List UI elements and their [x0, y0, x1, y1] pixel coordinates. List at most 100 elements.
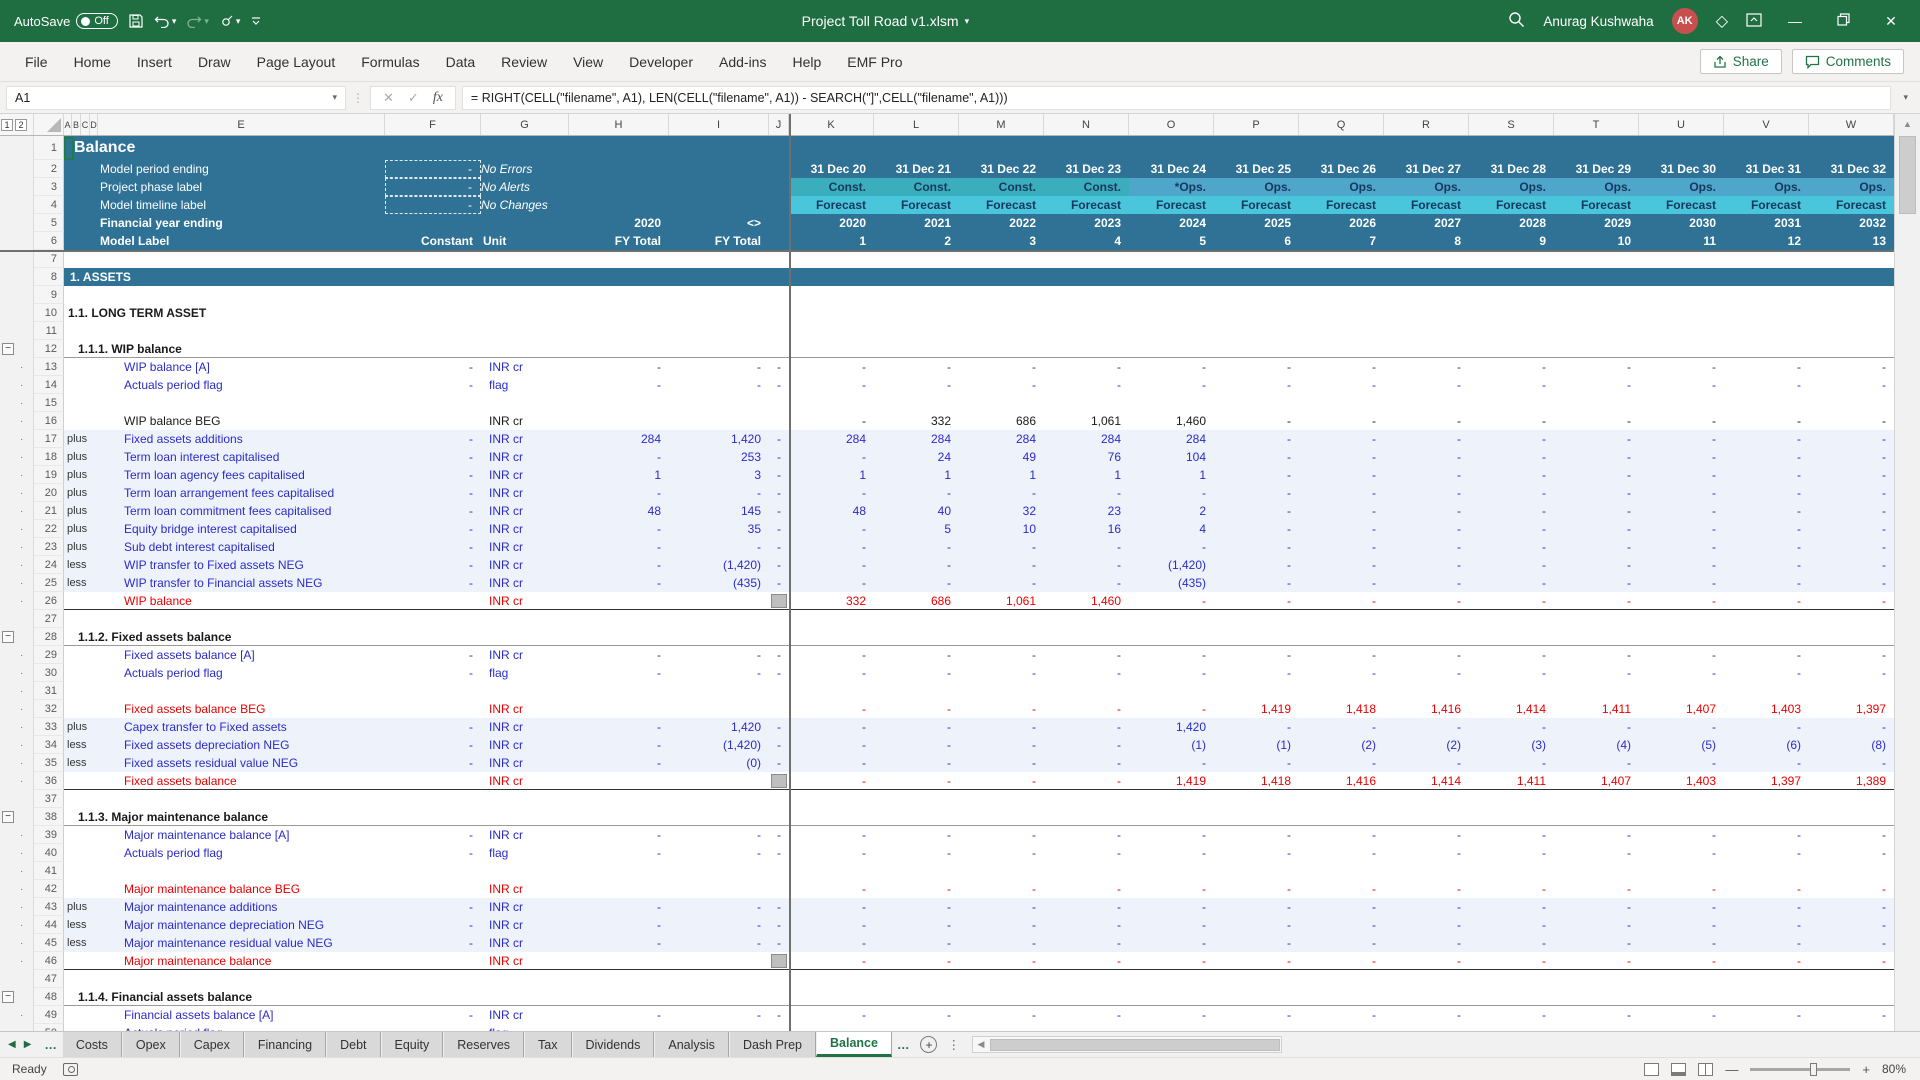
cell-G46[interactable]: INR cr: [481, 952, 569, 970]
cell-Q6[interactable]: 7: [1299, 232, 1384, 250]
column-header-Q[interactable]: Q: [1299, 114, 1384, 135]
cell-I2[interactable]: [669, 160, 769, 178]
cell-Q45[interactable]: -: [1299, 934, 1384, 952]
cell-K49[interactable]: -: [789, 1006, 874, 1024]
cell-S46[interactable]: -: [1469, 952, 1554, 970]
cell-J50[interactable]: -: [769, 1024, 789, 1031]
cell-op-40[interactable]: [64, 844, 98, 862]
macro-record-icon[interactable]: [62, 1062, 78, 1076]
cell-J35[interactable]: -: [769, 754, 789, 772]
cell-U29[interactable]: -: [1639, 646, 1724, 664]
cell-R39[interactable]: -: [1384, 826, 1469, 844]
cell-T14[interactable]: -: [1554, 376, 1639, 394]
cell-N45[interactable]: -: [1044, 934, 1129, 952]
row-header-5[interactable]: 5: [34, 214, 64, 232]
cell-G50[interactable]: flag: [481, 1024, 569, 1031]
subsection-label-12[interactable]: 1.1.1. WIP balance: [64, 340, 1894, 358]
cell-V33[interactable]: -: [1724, 718, 1809, 736]
cell-T5[interactable]: 2029: [1554, 214, 1639, 232]
cell-T33[interactable]: -: [1554, 718, 1639, 736]
cell-W46[interactable]: -: [1809, 952, 1894, 970]
cell-N21[interactable]: 23: [1044, 502, 1129, 520]
sheet-nav-right-icon[interactable]: ▶: [24, 1039, 32, 1050]
cell-M3[interactable]: Const.: [959, 178, 1044, 196]
cell-G13[interactable]: INR cr: [481, 358, 569, 376]
cell-J44[interactable]: -: [769, 916, 789, 934]
cell-G33[interactable]: INR cr: [481, 718, 569, 736]
row-header-32[interactable]: 32: [34, 700, 64, 718]
section-banner-8[interactable]: 1. ASSETS: [64, 268, 1894, 286]
cell-V6[interactable]: 12: [1724, 232, 1809, 250]
cell-E19[interactable]: Term loan agency fees capitalised: [98, 466, 385, 484]
cell-G4[interactable]: No Changes: [481, 196, 569, 214]
cell-H24[interactable]: -: [569, 556, 669, 574]
cell-P5[interactable]: 2025: [1214, 214, 1299, 232]
redo-dropdown-icon[interactable]: ▾: [204, 16, 209, 26]
cell-G16[interactable]: INR cr: [481, 412, 569, 430]
confirm-entry-icon[interactable]: ✓: [408, 90, 419, 106]
cell-W4[interactable]: Forecast: [1809, 196, 1894, 214]
cell-P20[interactable]: -: [1214, 484, 1299, 502]
cell-row-27[interactable]: [64, 610, 1894, 628]
row-header-21[interactable]: 21: [34, 502, 64, 520]
subsection-label-38[interactable]: 1.1.3. Major maintenance balance: [64, 808, 1894, 826]
cell-L13[interactable]: -: [874, 358, 959, 376]
cell-H30[interactable]: -: [569, 664, 669, 682]
cell-V26[interactable]: -: [1724, 592, 1809, 610]
cell-U45[interactable]: -: [1639, 934, 1724, 952]
cell-T19[interactable]: -: [1554, 466, 1639, 484]
cell-K26[interactable]: 332: [789, 592, 874, 610]
cell-I50[interactable]: -: [669, 1024, 769, 1031]
cell-N3[interactable]: Const.: [1044, 178, 1129, 196]
outline-gutter-dot[interactable]: ·: [0, 754, 34, 772]
outline-gutter-dot[interactable]: ·: [0, 466, 34, 484]
cell-R24[interactable]: -: [1384, 556, 1469, 574]
column-header-T[interactable]: T: [1554, 114, 1639, 135]
search-icon[interactable]: [1508, 11, 1525, 31]
cell-J33[interactable]: -: [769, 718, 789, 736]
cell-I25[interactable]: (435): [669, 574, 769, 592]
name-box-dropdown-icon[interactable]: ▾: [332, 92, 345, 103]
column-header-S[interactable]: S: [1469, 114, 1554, 135]
row-header-18[interactable]: 18: [34, 448, 64, 466]
cell-M24[interactable]: -: [959, 556, 1044, 574]
cell-O26[interactable]: -: [1129, 592, 1214, 610]
cell-J42[interactable]: [769, 880, 789, 898]
cell-P32[interactable]: 1,419: [1214, 700, 1299, 718]
cell-N24[interactable]: -: [1044, 556, 1129, 574]
cell-W23[interactable]: -: [1809, 538, 1894, 556]
cell-H21[interactable]: 48: [569, 502, 669, 520]
cell-N14[interactable]: -: [1044, 376, 1129, 394]
cell-I29[interactable]: -: [669, 646, 769, 664]
outline-gutter-dot[interactable]: ·: [0, 700, 34, 718]
row-header-11[interactable]: 11: [34, 322, 64, 340]
cell-S32[interactable]: 1,414: [1469, 700, 1554, 718]
cell-L25[interactable]: -: [874, 574, 959, 592]
cell-H33[interactable]: -: [569, 718, 669, 736]
cell-I44[interactable]: -: [669, 916, 769, 934]
cell-ABCD2[interactable]: [64, 160, 98, 178]
cell-S34[interactable]: (3): [1469, 736, 1554, 754]
cell-Q19[interactable]: -: [1299, 466, 1384, 484]
cell-G29[interactable]: INR cr: [481, 646, 569, 664]
cell-W19[interactable]: -: [1809, 466, 1894, 484]
outline-gutter-dot[interactable]: ·: [0, 880, 34, 898]
cell-R22[interactable]: -: [1384, 520, 1469, 538]
cell-op-34[interactable]: less: [64, 736, 98, 754]
cell-U26[interactable]: -: [1639, 592, 1724, 610]
cell-W2[interactable]: 31 Dec 32: [1809, 160, 1894, 178]
cell-F3[interactable]: -: [385, 178, 481, 196]
cell-T34[interactable]: (4): [1554, 736, 1639, 754]
cell-G3[interactable]: No Alerts: [481, 178, 569, 196]
cell-E20[interactable]: Term loan arrangement fees capitalised: [98, 484, 385, 502]
cell-V4[interactable]: Forecast: [1724, 196, 1809, 214]
column-header-W[interactable]: W: [1809, 114, 1894, 135]
row-header-2[interactable]: 2: [34, 160, 64, 178]
horizontal-scrollbar-thumb[interactable]: [989, 1038, 1280, 1051]
cell-L34[interactable]: -: [874, 736, 959, 754]
cell-N26[interactable]: 1,460: [1044, 592, 1129, 610]
cell-O49[interactable]: -: [1129, 1006, 1214, 1024]
cell-O34[interactable]: (1): [1129, 736, 1214, 754]
outline-gutter-dot[interactable]: ·: [0, 376, 34, 394]
cell-T24[interactable]: -: [1554, 556, 1639, 574]
